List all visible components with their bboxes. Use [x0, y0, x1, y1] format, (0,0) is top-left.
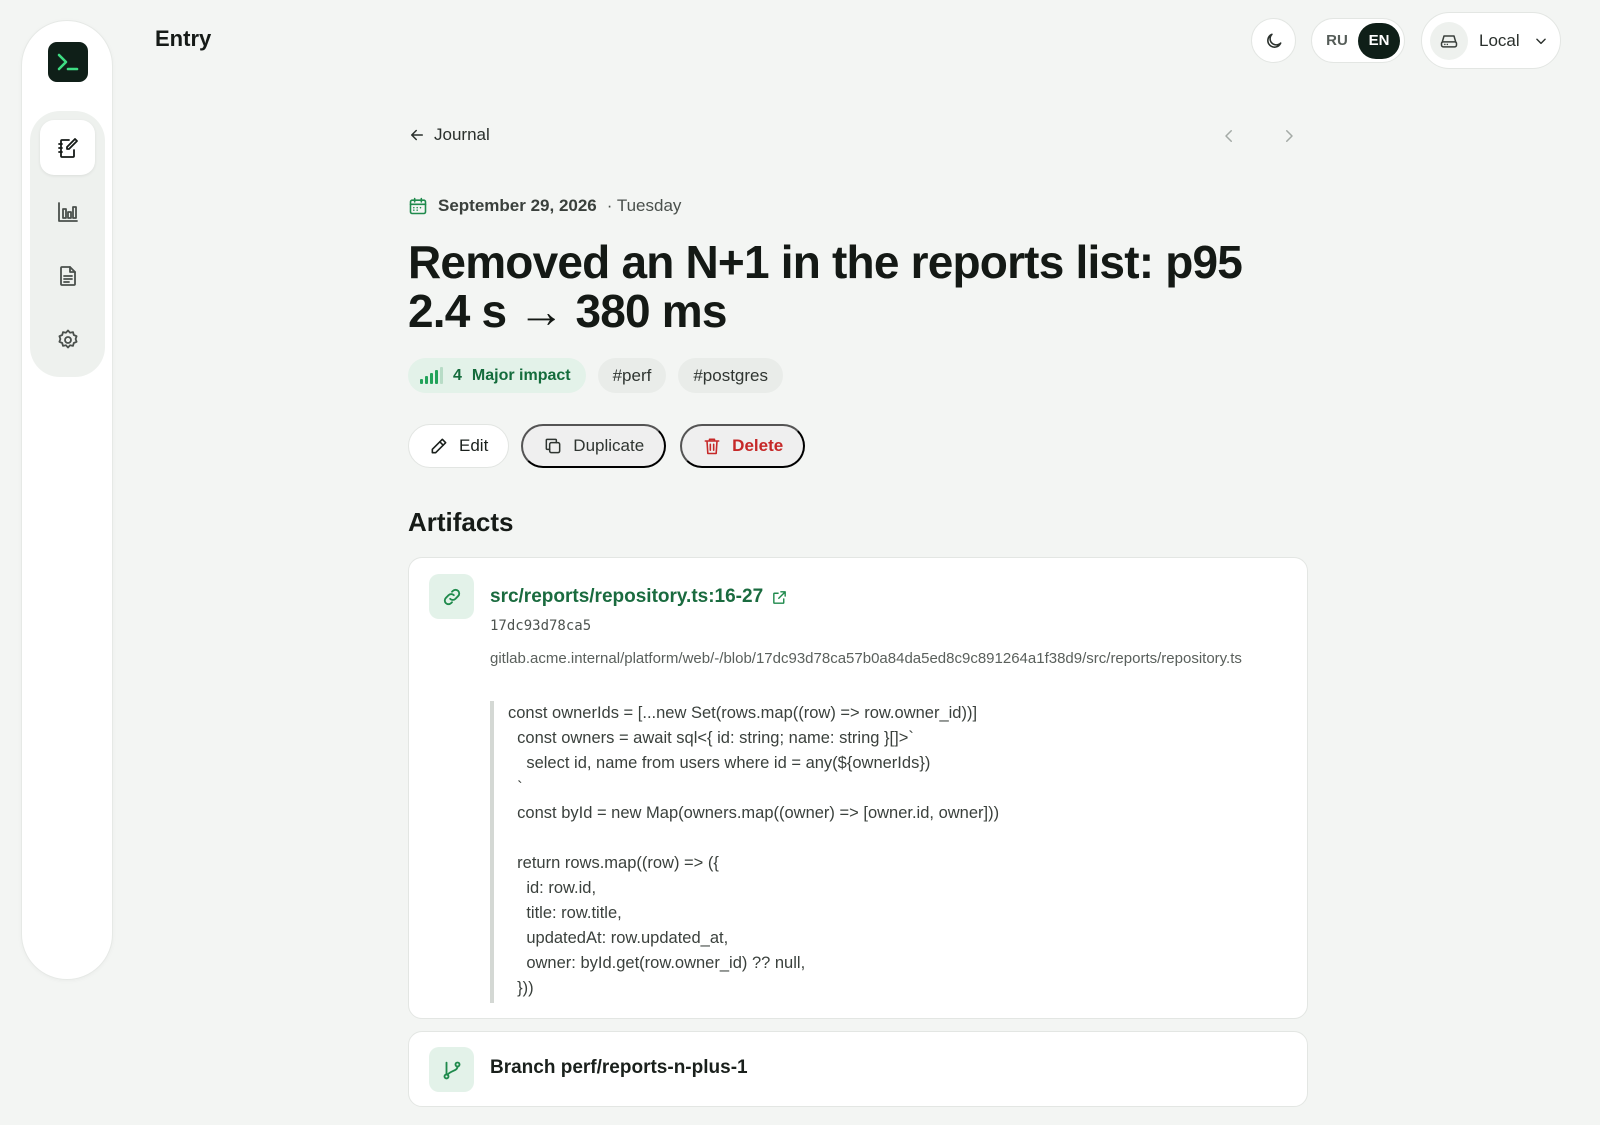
entry-title: Removed an N+1 in the reports list: p95 … — [408, 236, 1243, 337]
sidebar-nav — [30, 111, 105, 377]
artifact-url: gitlab.acme.internal/platform/web/-/blob… — [490, 650, 1242, 667]
copy-icon — [545, 438, 561, 454]
artifact-link-label: src/reports/repository.ts:16-27 — [490, 586, 764, 607]
back-link-label: Journal — [434, 125, 490, 144]
notebook-edit-icon — [57, 137, 78, 158]
duplicate-button[interactable]: Duplicate — [521, 424, 667, 468]
storage-selector[interactable]: Local — [1421, 12, 1561, 69]
external-link-icon — [773, 590, 787, 604]
page-heading: Entry — [155, 26, 212, 51]
document-icon — [59, 265, 76, 286]
bar-chart-icon — [57, 201, 78, 222]
duplicate-label: Duplicate — [573, 436, 645, 455]
entry-weekday: · Tuesday — [606, 196, 682, 215]
app-logo[interactable] — [48, 42, 88, 82]
arrow-left-icon — [411, 129, 423, 141]
entry-date-row: September 29, 2026 · Tuesday — [408, 196, 681, 216]
artifact-code-snippet: const ownerIds = [...new Set(rows.map((r… — [490, 701, 1270, 1003]
artifact-branch-label: Branch perf/reports-n-plus-1 — [490, 1057, 748, 1078]
language-switch: RU EN — [1311, 18, 1405, 63]
signal-bars-icon — [420, 367, 443, 384]
tag-chip[interactable]: #postgres — [678, 358, 784, 393]
edit-label: Edit — [459, 436, 489, 455]
entry-actions: Edit Duplicate Delete — [408, 424, 806, 468]
lang-ru-option[interactable]: RU — [1316, 23, 1358, 59]
lang-en-option[interactable]: EN — [1358, 22, 1400, 59]
entry-pager — [1218, 125, 1308, 147]
impact-level: 4 — [453, 366, 462, 384]
sidebar-item-settings[interactable] — [40, 312, 95, 367]
storage-label: Local — [1479, 30, 1520, 50]
trash-icon — [704, 438, 720, 455]
artifact-commit-hash: 17dc93d78ca5 — [490, 618, 592, 634]
sidebar-item-journal[interactable] — [40, 120, 95, 175]
gear-icon — [58, 329, 77, 348]
tag-chip[interactable]: #perf — [597, 358, 667, 393]
chevron-left-icon — [1225, 130, 1232, 142]
artifacts-heading: Artifacts — [408, 507, 514, 537]
sidebar-item-reports[interactable] — [40, 248, 95, 303]
entry-date: September 29, 2026 — [438, 196, 597, 215]
edit-button[interactable]: Edit — [408, 424, 510, 468]
calendar-icon — [409, 197, 427, 215]
sidebar-item-stats[interactable] — [40, 184, 95, 239]
pencil-icon — [431, 438, 447, 454]
artifact-card-branch[interactable]: Branch perf/reports-n-plus-1 — [408, 1031, 1308, 1107]
moon-icon — [1266, 33, 1281, 48]
previous-entry-button[interactable] — [1218, 125, 1240, 147]
terminal-icon — [57, 53, 79, 71]
theme-toggle-button[interactable] — [1251, 18, 1296, 63]
impact-label: Major impact — [471, 366, 571, 384]
impact-badge: 4 Major impact — [408, 358, 586, 393]
drive-icon — [1430, 21, 1468, 60]
delete-label: Delete — [732, 436, 784, 455]
sidebar — [21, 20, 113, 980]
link-icon — [429, 574, 474, 619]
chevron-right-icon — [1286, 130, 1293, 142]
entry-tags: 4 Major impact #perf #postgres — [408, 358, 784, 393]
delete-button[interactable]: Delete — [680, 424, 806, 468]
git-branch-icon — [429, 1047, 474, 1092]
next-entry-button[interactable] — [1278, 125, 1300, 147]
artifact-link-title[interactable]: src/reports/repository.ts:16-27 — [490, 586, 788, 608]
back-to-journal-link[interactable]: Journal — [408, 125, 490, 145]
chevron-down-icon — [1535, 38, 1546, 44]
artifact-card-link: src/reports/repository.ts:16-27 17dc93d7… — [408, 557, 1308, 1019]
